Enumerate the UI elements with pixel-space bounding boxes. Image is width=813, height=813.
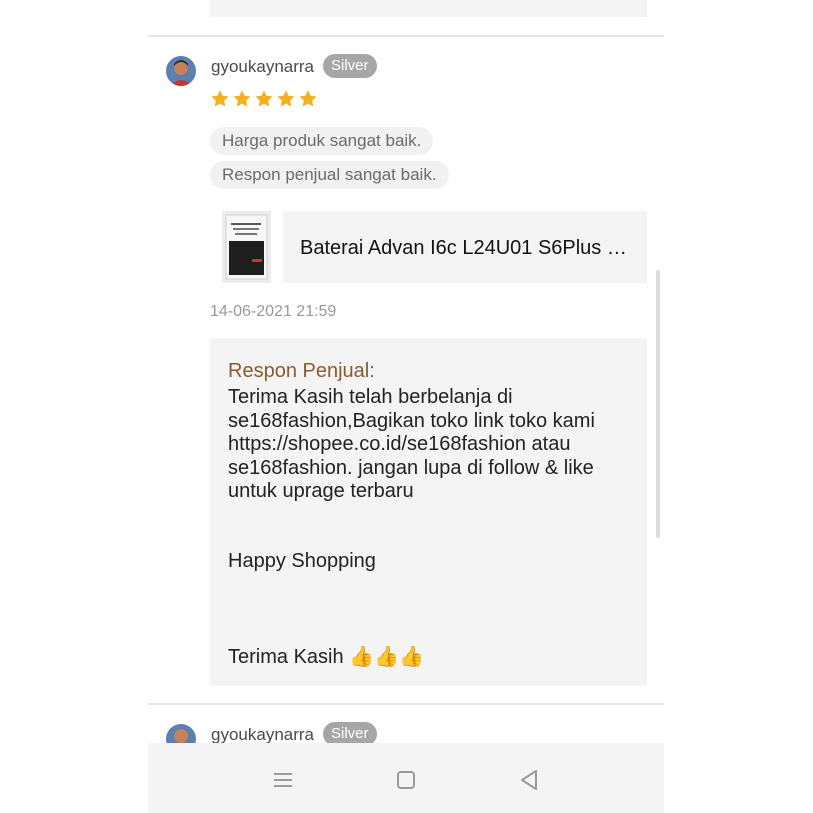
seller-response-happy: Happy Shopping xyxy=(228,550,376,572)
star-icon xyxy=(255,90,273,107)
review-tag-chip: Respon penjual sangat baik. xyxy=(210,161,449,189)
star-icon xyxy=(299,90,317,107)
star-icon xyxy=(233,90,251,107)
product-title[interactable]: Baterai Advan I6c L24U01 S6Plus S6 Plus xyxy=(300,237,630,260)
scrollbar[interactable] xyxy=(656,270,660,538)
star-rating xyxy=(210,89,318,111)
member-badge: Silver xyxy=(323,54,377,78)
seller-response-label: Respon Penjual: xyxy=(228,360,375,382)
previous-review-remnant xyxy=(210,0,647,17)
review-timestamp: 14-06-2021 21:59 xyxy=(210,303,337,320)
divider xyxy=(148,35,664,37)
system-nav-bar xyxy=(148,743,664,813)
menu-icon[interactable] xyxy=(270,767,296,793)
product-thumbnail[interactable] xyxy=(222,211,271,283)
review-screen: gyoukaynarra Silver Harga produk sangat … xyxy=(148,0,664,813)
home-square-icon[interactable] xyxy=(393,767,419,793)
purchased-product-card[interactable]: Baterai Advan I6c L24U01 S6Plus S6 Plus xyxy=(222,211,647,283)
product-title-box[interactable]: Baterai Advan I6c L24U01 S6Plus S6 Plus xyxy=(283,211,647,283)
seller-response-text: Terima Kasih telah berbelanja di se168fa… xyxy=(228,386,595,502)
back-triangle-icon[interactable] xyxy=(516,767,542,793)
seller-response-thanks: Terima Kasih 👍👍👍 xyxy=(228,646,424,668)
reviewer-username[interactable]: gyoukaynarra xyxy=(211,57,314,77)
star-icon xyxy=(211,90,229,107)
seller-response-box: Respon Penjual: Terima Kasih telah berbe… xyxy=(210,338,647,686)
divider xyxy=(148,703,664,705)
review-tag-chip: Harga produk sangat baik. xyxy=(210,127,434,155)
star-icon xyxy=(277,90,295,107)
reviewer-username[interactable]: gyoukaynarra xyxy=(211,725,314,745)
avatar[interactable] xyxy=(166,56,196,86)
